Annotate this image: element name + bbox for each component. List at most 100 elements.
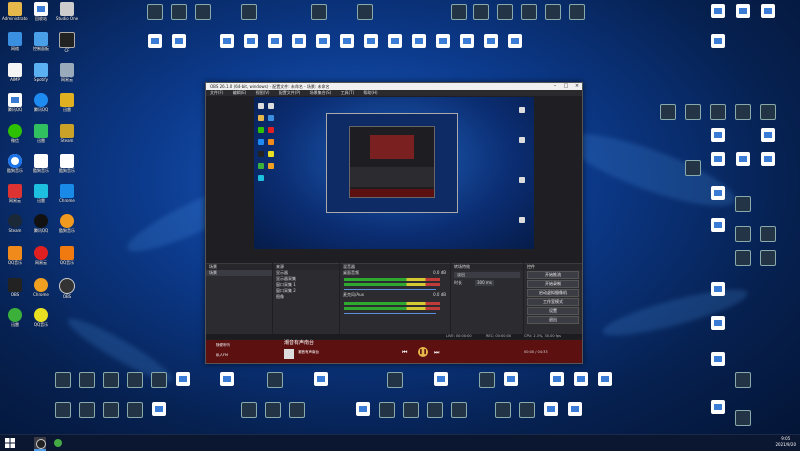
desktop-icon[interactable]: OBS [2,278,28,297]
desktop-icon[interactable] [755,226,781,242]
desktop-icon[interactable] [122,402,148,418]
desktop-icon[interactable]: OBS [54,278,80,299]
desktop-icon[interactable] [284,402,310,418]
desktop-icon[interactable] [568,372,594,386]
desktop-icon[interactable] [564,4,590,20]
desktop-icon[interactable] [705,316,731,330]
desktop-icon[interactable] [730,104,756,120]
desktop-icon[interactable]: 酷狗音乐 [54,214,80,233]
desktop-icon[interactable]: Studio One [54,2,80,21]
desktop-icon[interactable]: 回收站 [28,2,54,21]
desktop-icon[interactable] [755,4,781,18]
desktop-icon[interactable] [730,152,756,166]
minimize-button[interactable]: – [550,83,560,90]
desktop-icon[interactable] [755,152,781,166]
desktop-icon[interactable]: 腾讯QQ [28,214,54,233]
desktop-icon[interactable] [308,372,334,386]
desktop-icon[interactable] [592,372,618,386]
desktop-icon[interactable]: 网易云 [28,246,54,265]
desktop-icon[interactable] [398,402,424,418]
menu-edit[interactable]: 编辑(E) [233,90,247,95]
desktop-icon[interactable] [374,402,400,418]
desktop-icon[interactable] [236,4,262,20]
desktop-icon[interactable] [238,34,264,48]
exit-button[interactable]: 退出 [527,316,579,324]
desktop-icon[interactable] [382,34,408,48]
desktop-icon[interactable]: 微信 [2,124,28,143]
desktop-icon[interactable] [98,402,124,418]
desktop-icon[interactable] [236,402,262,418]
desktop-icon[interactable]: 网易云 [2,184,28,203]
desktop-icon[interactable] [190,4,216,20]
desktop-icon[interactable] [680,160,706,176]
desktop-icon[interactable] [730,196,756,212]
desktop-icon[interactable]: 网络 [2,32,28,51]
desktop-icon[interactable] [730,226,756,242]
desktop-icon[interactable] [214,372,240,386]
desktop-icon[interactable] [142,34,168,48]
duration-input[interactable]: 300 ms [475,280,494,286]
desktop-icon[interactable]: 酷狗音乐 [28,154,54,173]
desktop-icon[interactable] [166,4,192,20]
music-player[interactable]: 潮音有声南台 随便听听 私人FM 潮音有声南台 ⏮ ❚❚ ⏭ 00:00 / 0… [206,340,582,363]
desktop-icon[interactable] [430,34,456,48]
desktop-icon[interactable] [730,372,756,388]
desktop-icon[interactable] [705,186,731,200]
desktop-icon[interactable] [705,400,731,414]
desktop-icon[interactable] [50,372,76,388]
desktop-icon[interactable] [730,4,756,18]
desktop-icon[interactable] [502,34,528,48]
desktop-icon[interactable] [705,352,731,366]
source-item[interactable]: 图像 [273,294,339,300]
desktop-icon[interactable] [705,4,731,18]
desktop-icon[interactable]: QQ音乐 [54,246,80,265]
desktop-icon[interactable] [262,372,288,388]
menu-tools[interactable]: 工具(T) [341,90,355,95]
menu-view[interactable]: 视图(V) [256,90,270,95]
desktop-icon[interactable] [474,372,500,388]
desktop-icon[interactable] [428,372,454,386]
desktop-icon[interactable]: Steam [54,124,80,143]
desktop-icon[interactable]: 酷狗音乐 [2,154,28,173]
desktop-icon[interactable]: Steam [2,214,28,233]
desktop-icon[interactable] [705,218,731,232]
desktop-icon[interactable] [310,34,336,48]
window-titlebar[interactable]: OBS 26.1.0 (64-bit, windows) - 配置文件: 未命名… [206,83,582,90]
desktop-icon[interactable]: Administrator [2,2,28,21]
desktop-icon[interactable]: 酷狗音乐 [54,154,80,173]
desktop-icon[interactable] [655,104,681,120]
player-nav-item[interactable]: 私人FM [216,353,228,358]
desktop-icon[interactable] [214,34,240,48]
studio-mode-button[interactable]: 工作室模式 [527,298,579,306]
desktop-icon[interactable] [562,402,588,416]
desktop-icon[interactable] [755,104,781,120]
start-button[interactable] [4,437,16,449]
desktop-icon[interactable] [446,402,472,418]
desktop-icon[interactable]: QQ音乐 [2,246,28,265]
desktop-icon[interactable] [74,402,100,418]
desktop-icon[interactable] [74,372,100,388]
desktop-icon[interactable] [730,410,756,426]
desktop-icon[interactable]: 腾讯QQ [28,93,54,112]
desktop-icon[interactable] [492,4,518,20]
desktop-icon[interactable]: CF [54,32,80,53]
app-taskbar-icon[interactable] [52,437,64,449]
menu-scene-collection[interactable]: 场景集合(S) [310,90,332,95]
desktop-icon[interactable] [755,250,781,266]
system-clock[interactable]: 9:05 2021/9/20 [775,436,796,448]
desktop-icon[interactable] [166,34,192,48]
desktop-icon[interactable] [538,402,564,416]
desktop-icon[interactable] [514,402,540,418]
desktop-icon[interactable] [516,4,542,20]
virtual-camera-button[interactable]: 启动虚拟摄像机 [527,289,579,297]
desktop-icon[interactable] [146,402,172,416]
desktop-icon[interactable] [406,34,432,48]
prev-button[interactable]: ⏮ [402,349,407,357]
desktop-icon[interactable] [705,152,731,166]
obs-window[interactable]: OBS 26.1.0 (64-bit, windows) - 配置文件: 未命名… [205,82,583,364]
desktop-icon[interactable] [540,4,566,20]
start-recording-button[interactable]: 开始录制 [527,280,579,288]
desktop-icon[interactable] [498,372,524,386]
desktop-icon[interactable]: 控制面板 [28,32,54,51]
desktop-icon[interactable] [382,372,408,388]
